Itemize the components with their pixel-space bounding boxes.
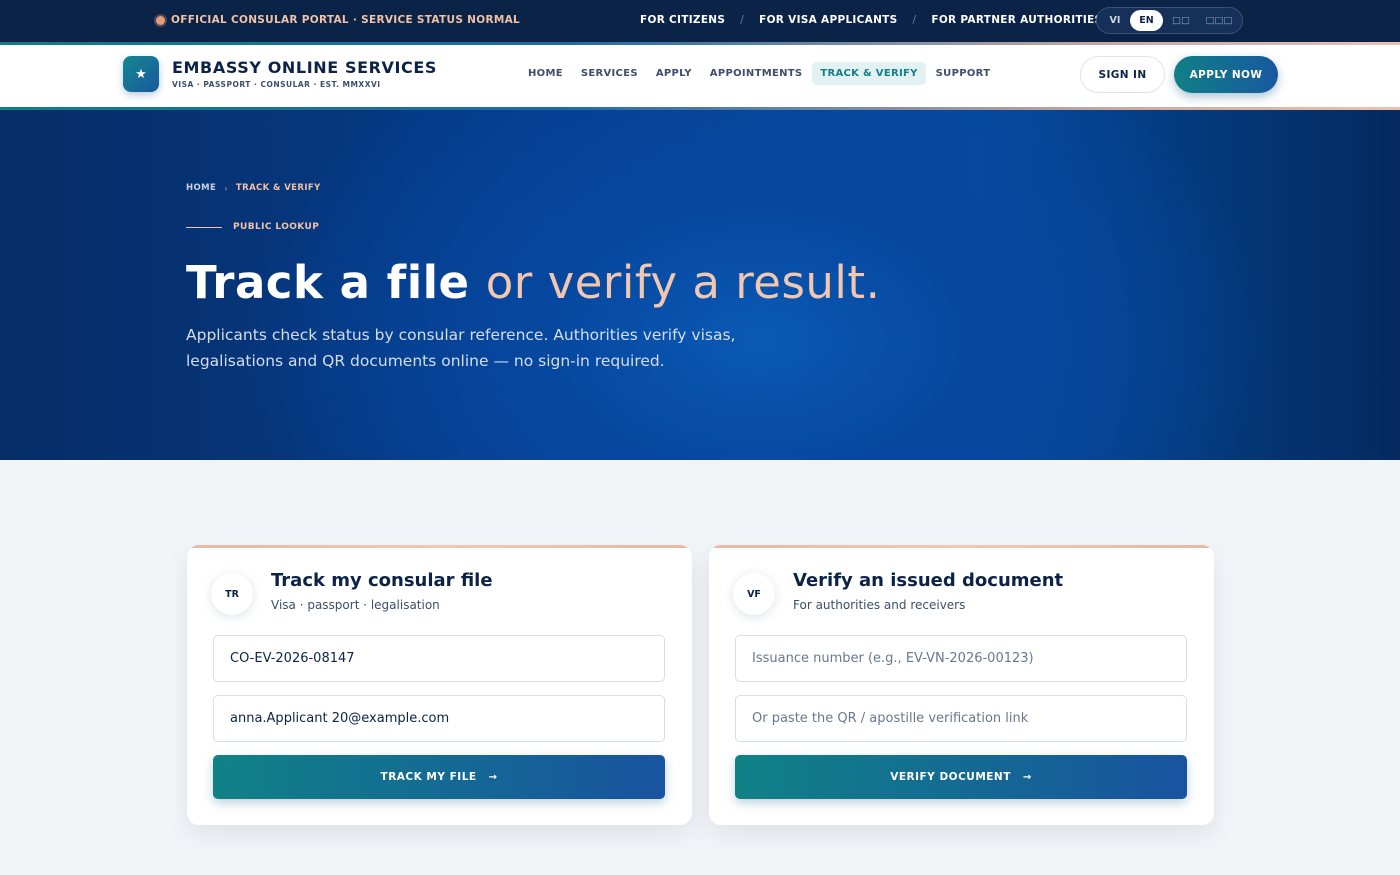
brand-title[interactable]: EMBASSY ONLINE SERVICES	[172, 58, 437, 77]
nav-track-verify[interactable]: TRACK & VERIFY	[812, 62, 926, 85]
verification-link-input[interactable]	[735, 695, 1187, 742]
hero-description: Applicants check status by consular refe…	[186, 326, 736, 370]
nav-home[interactable]: HOME	[520, 62, 571, 85]
track-card-title: Track my consular file	[271, 570, 493, 591]
star-logo-icon[interactable]: ★	[123, 56, 159, 92]
verify-button-label: VERIFY DOCUMENT	[890, 771, 1011, 783]
breadcrumb-current: TRACK & VERIFY	[235, 183, 321, 193]
main-nav: HOME SERVICES APPLY APPOINTMENTS TRACK &…	[520, 62, 998, 85]
eyebrow: PUBLIC LOOKUP	[186, 222, 319, 232]
brand-subtitle: VISA · PASSPORT · CONSULAR · EST. MMXXVI	[172, 80, 381, 89]
breadcrumb-home[interactable]: HOME	[186, 183, 216, 193]
language-option-3[interactable]: □□	[1163, 10, 1199, 31]
arrow-right-icon: →	[1022, 771, 1032, 783]
chevron-right-icon: ›	[224, 183, 228, 193]
email-field[interactable]	[213, 695, 665, 742]
verify-card-title: Verify an issued document	[793, 570, 1064, 591]
track-my-file-button[interactable]: TRACK MY FILE →	[213, 755, 665, 799]
service-status-text: OFFICIAL CONSULAR PORTAL · SERVICE STATU…	[171, 14, 521, 26]
audience-separator: /	[912, 14, 917, 26]
page-title-light: or verify a result.	[485, 256, 881, 309]
nav-apply[interactable]: APPLY	[648, 62, 700, 85]
status-dot-icon	[156, 15, 165, 25]
track-file-card: TR Track my consular file Visa · passpor…	[187, 545, 692, 825]
verify-badge: VF	[733, 573, 775, 615]
breadcrumb: HOME › TRACK & VERIFY	[186, 183, 321, 193]
verify-card-subtitle: For authorities and receivers	[793, 598, 966, 612]
utility-bar: OFFICIAL CONSULAR PORTAL · SERVICE STATU…	[0, 0, 1400, 42]
track-badge: TR	[211, 573, 253, 615]
sign-in-button[interactable]: SIGN IN	[1080, 56, 1165, 93]
language-option-en[interactable]: EN	[1130, 10, 1163, 31]
page-title-strong: Track a file	[186, 256, 470, 309]
verify-document-button[interactable]: VERIFY DOCUMENT →	[735, 755, 1187, 799]
language-switcher: VI EN □□ □□□	[1096, 7, 1243, 34]
audience-link-visa-applicants[interactable]: FOR VISA APPLICANTS	[759, 14, 897, 26]
track-button-label: TRACK MY FILE	[380, 771, 477, 783]
nav-support[interactable]: SUPPORT	[928, 62, 999, 85]
nav-services[interactable]: SERVICES	[573, 62, 646, 85]
eyebrow-rule	[186, 226, 222, 228]
arrow-right-icon: →	[488, 771, 498, 783]
audience-link-citizens[interactable]: FOR CITIZENS	[640, 14, 725, 26]
hero: HOME › TRACK & VERIFY PUBLIC LOOKUP Trac…	[0, 110, 1400, 460]
language-option-4[interactable]: □□□	[1199, 10, 1239, 31]
audience-separator: /	[740, 14, 745, 26]
page-title: Track a file or verify a result.	[186, 255, 880, 311]
track-card-subtitle: Visa · passport · legalisation	[271, 598, 440, 612]
apply-now-button[interactable]: APPLY NOW	[1174, 56, 1278, 93]
verify-document-card: VF Verify an issued document For authori…	[709, 545, 1214, 825]
audience-links: FOR CITIZENS / FOR VISA APPLICANTS / FOR…	[640, 14, 1102, 26]
nav-appointments[interactable]: APPOINTMENTS	[702, 62, 811, 85]
consular-reference-input[interactable]	[213, 635, 665, 682]
language-option-vi[interactable]: VI	[1100, 10, 1130, 31]
audience-link-partner-authorities[interactable]: FOR PARTNER AUTHORITIES	[931, 14, 1102, 26]
service-status: OFFICIAL CONSULAR PORTAL · SERVICE STATU…	[156, 14, 520, 26]
eyebrow-text: PUBLIC LOOKUP	[233, 222, 320, 232]
issuance-number-input[interactable]	[735, 635, 1187, 682]
site-header: ★ EMBASSY ONLINE SERVICES VISA · PASSPOR…	[0, 45, 1400, 107]
